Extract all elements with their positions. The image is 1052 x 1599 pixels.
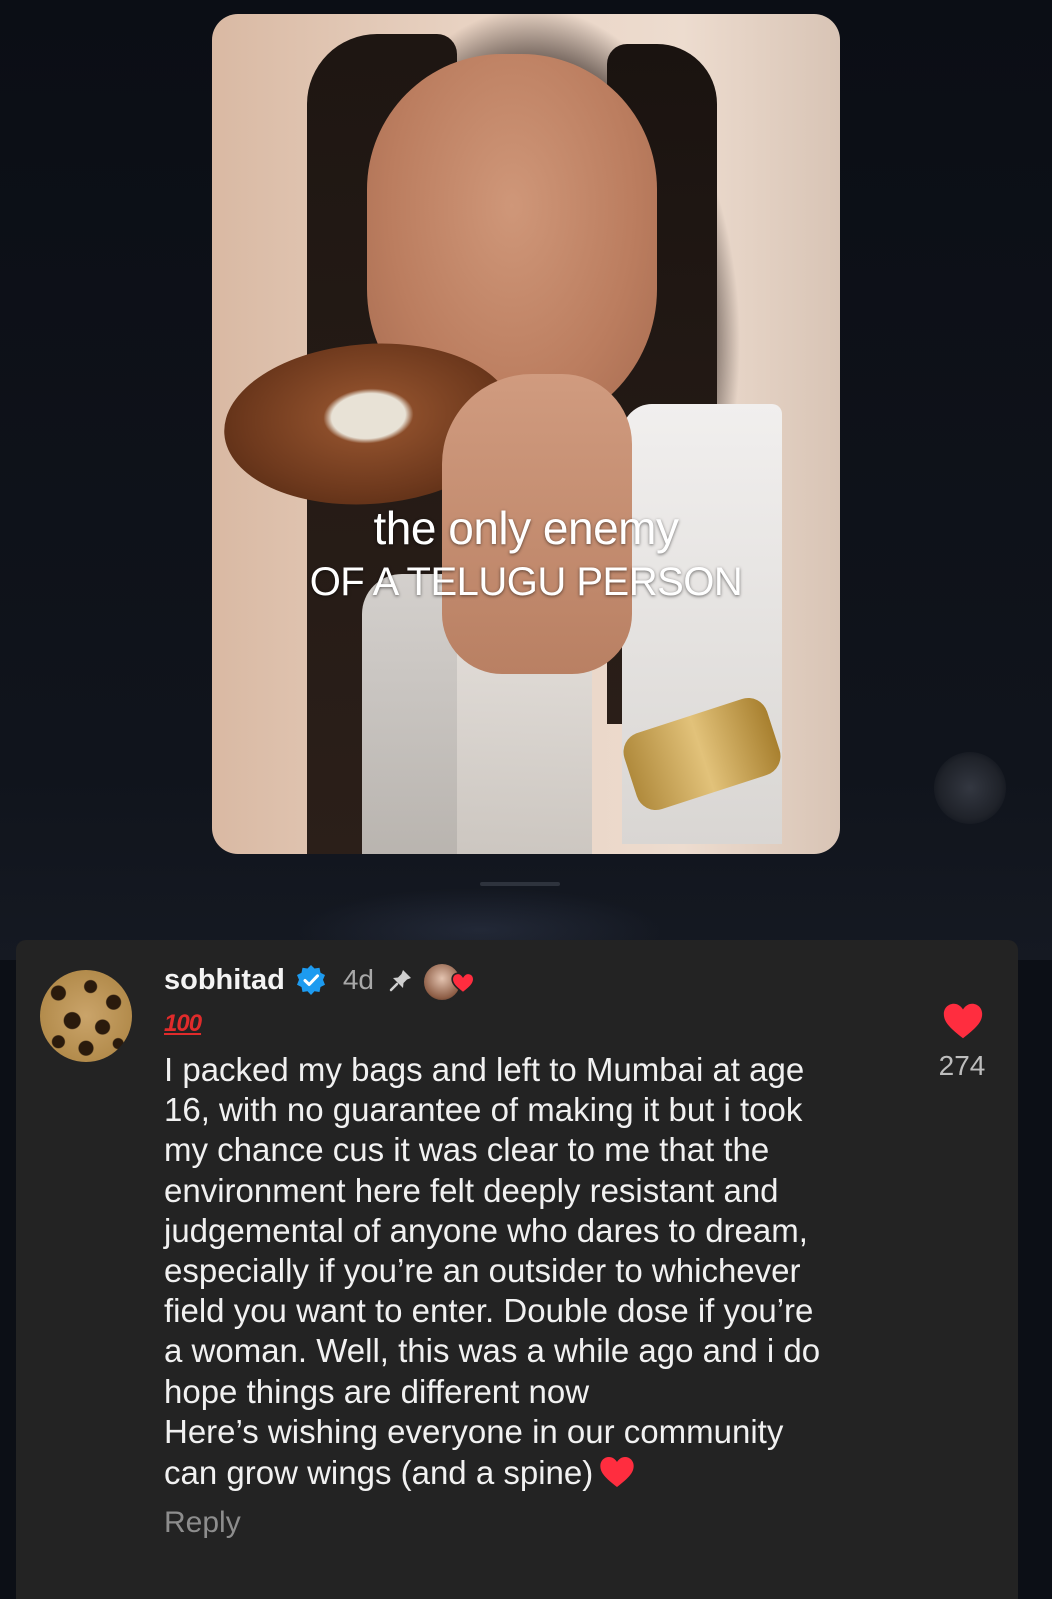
comment-text: I packed my bags and left to Mumbai at a…: [164, 1051, 821, 1492]
creator-heart-icon: [451, 972, 475, 994]
video-caption-line-1: the only enemy: [373, 502, 679, 554]
hundred-points-emoji: 100: [164, 1010, 202, 1037]
ghost-button-icon: [934, 752, 1006, 824]
comment-header: sobhitad 4d: [164, 960, 475, 1002]
like-heart-icon[interactable]: [940, 998, 986, 1044]
avatar[interactable]: [40, 970, 132, 1062]
video-caption-line-2: OF A TELUGU PERSON: [309, 560, 743, 604]
comment-time: 4d: [342, 964, 374, 995]
comment-body: I packed my bags and left to Mumbai at a…: [164, 1050, 924, 1493]
like-count: 274: [938, 1050, 986, 1081]
username[interactable]: sobhitad: [164, 964, 285, 997]
verified-badge-icon: [296, 965, 325, 995]
video-thumbnail[interactable]: the only enemy OF A TELUGU PERSON: [212, 14, 840, 854]
comment-sheet: sobhitad 4d 100 I packed my bags and lef…: [16, 940, 1018, 1599]
pin-icon: [389, 970, 411, 992]
reply-button[interactable]: Reply: [164, 1506, 241, 1540]
creator-liked-badge: [422, 960, 475, 1002]
sheet-drag-handle[interactable]: [480, 882, 560, 886]
red-heart-emoji-icon: [600, 1457, 634, 1488]
